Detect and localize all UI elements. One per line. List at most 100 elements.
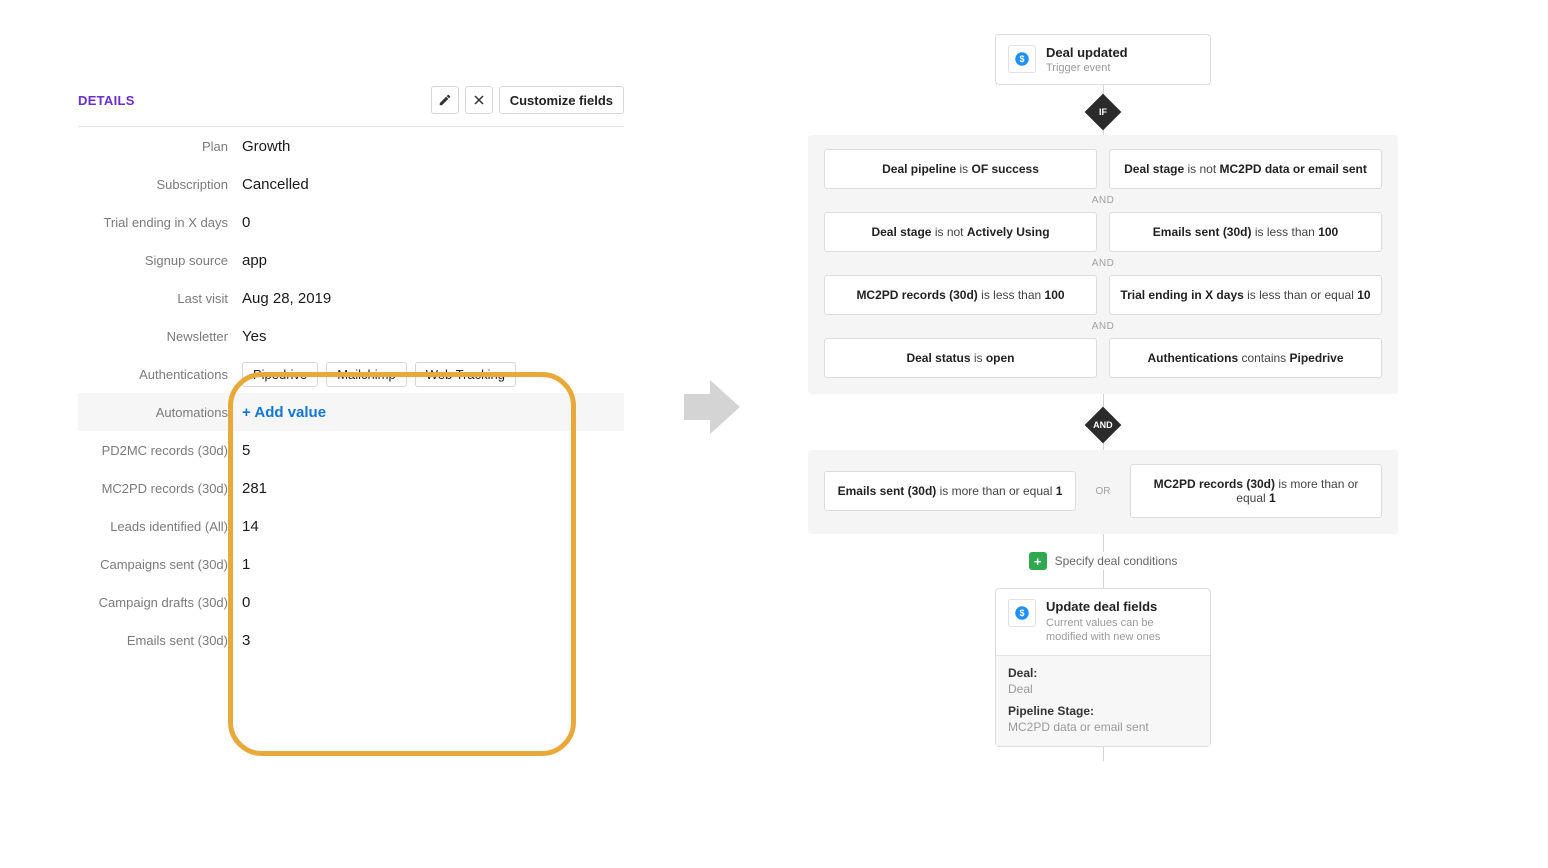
condition-row: Deal stage is not Actively Using Emails …	[824, 212, 1382, 252]
condition-group-2: Emails sent (30d) is more than or equal …	[808, 450, 1398, 534]
field-value[interactable]: Yes	[242, 328, 266, 345]
field-newsletter: Newsletter Yes	[78, 317, 624, 355]
action-subtitle: Current values can be modified with new …	[1046, 616, 1198, 645]
field-value[interactable]: 1	[242, 556, 250, 573]
close-icon	[473, 94, 485, 106]
action-stage-label: Pipeline Stage:	[1008, 704, 1198, 718]
condition-group-1: Deal pipeline is OF success Deal stage i…	[808, 135, 1398, 394]
condition-card[interactable]: Deal stage is not Actively Using	[824, 212, 1097, 252]
field-plan: Plan Growth	[78, 127, 624, 165]
action-card[interactable]: $ Update deal fields Current values can …	[995, 588, 1211, 747]
field-automations[interactable]: Automations + Add value	[78, 393, 624, 431]
auth-tag[interactable]: Pipedrive	[242, 362, 318, 387]
connector-line	[1103, 570, 1104, 588]
field-label: Leads identified (All)	[78, 519, 242, 534]
condition-card[interactable]: Authentications contains Pipedrive	[1109, 338, 1382, 378]
or-label: OR	[1088, 486, 1118, 497]
condition-row: MC2PD records (30d) is less than 100 Tri…	[824, 275, 1382, 315]
specify-conditions[interactable]: + Specify deal conditions	[1029, 552, 1178, 570]
field-value[interactable]: 0	[242, 594, 250, 611]
and-label: AND	[824, 195, 1382, 206]
and-label: AND	[824, 258, 1382, 269]
field-label: Plan	[78, 139, 242, 154]
field-campaigns-sent: Campaigns sent (30d) 1	[78, 545, 624, 583]
condition-row: Emails sent (30d) is more than or equal …	[824, 464, 1382, 518]
field-value[interactable]: Cancelled	[242, 176, 309, 193]
svg-text:$: $	[1019, 608, 1024, 618]
condition-row: Deal status is open Authentications cont…	[824, 338, 1382, 378]
details-title: DETAILS	[78, 93, 135, 108]
field-pd2mc: PD2MC records (30d) 5	[78, 431, 624, 469]
field-label: Signup source	[78, 253, 242, 268]
field-label: Subscription	[78, 177, 242, 192]
trigger-card[interactable]: $ Deal updated Trigger event	[995, 34, 1211, 85]
connector-line	[1103, 534, 1104, 552]
field-value[interactable]: Growth	[242, 138, 290, 155]
if-label: IF	[1099, 107, 1107, 117]
condition-card[interactable]: Deal stage is not MC2PD data or email se…	[1109, 149, 1382, 189]
field-value[interactable]: 3	[242, 632, 250, 649]
field-value[interactable]: 0	[242, 214, 250, 231]
action-deal-label: Deal:	[1008, 666, 1198, 680]
field-label: Authentications	[78, 367, 242, 382]
field-value[interactable]: app	[242, 252, 267, 269]
field-label: Newsletter	[78, 329, 242, 344]
field-signup-source: Signup source app	[78, 241, 624, 279]
action-deal-value: Deal	[1008, 682, 1198, 696]
field-value[interactable]: Aug 28, 2019	[242, 290, 331, 307]
condition-card[interactable]: Emails sent (30d) is less than 100	[1109, 212, 1382, 252]
field-label: Last visit	[78, 291, 242, 306]
condition-card[interactable]: Emails sent (30d) is more than or equal …	[824, 471, 1076, 511]
field-label: Trial ending in X days	[78, 215, 242, 230]
condition-card[interactable]: MC2PD records (30d) is more than or equa…	[1130, 464, 1382, 518]
connector-line	[1103, 747, 1104, 761]
deal-icon: $	[1008, 45, 1036, 73]
svg-text:$: $	[1019, 54, 1024, 64]
close-button[interactable]	[465, 86, 493, 114]
add-value-link[interactable]: + Add value	[242, 404, 326, 421]
arrow-right-icon	[684, 380, 744, 434]
if-diamond: IF	[1085, 94, 1122, 131]
action-stage-value: MC2PD data or email sent	[1008, 720, 1198, 734]
field-value[interactable]: 14	[242, 518, 259, 535]
details-header: DETAILS Customize fields	[78, 86, 624, 127]
field-label: Campaigns sent (30d)	[78, 557, 242, 572]
field-trial: Trial ending in X days 0	[78, 203, 624, 241]
automation-flow: $ Deal updated Trigger event IF Deal pip…	[808, 34, 1398, 761]
action-body: Deal: Deal Pipeline Stage: MC2PD data or…	[996, 655, 1210, 746]
trigger-text: Deal updated Trigger event	[1046, 45, 1128, 74]
details-actions: Customize fields	[431, 86, 624, 114]
auth-tag[interactable]: Mailchimp	[326, 362, 407, 387]
edit-button[interactable]	[431, 86, 459, 114]
customize-fields-button[interactable]: Customize fields	[499, 86, 624, 114]
field-campaign-drafts: Campaign drafts (30d) 0	[78, 583, 624, 621]
condition-card[interactable]: Deal pipeline is OF success	[824, 149, 1097, 189]
field-subscription: Subscription Cancelled	[78, 165, 624, 203]
action-title: Update deal fields	[1046, 599, 1198, 614]
field-label: MC2PD records (30d)	[78, 481, 242, 496]
condition-card[interactable]: Deal status is open	[824, 338, 1097, 378]
field-value[interactable]: 5	[242, 442, 250, 459]
specify-label: Specify deal conditions	[1055, 554, 1178, 568]
auth-tag[interactable]: Web Tracking	[415, 362, 516, 387]
and-label: AND	[1093, 420, 1113, 430]
field-label: PD2MC records (30d)	[78, 443, 242, 458]
plus-icon[interactable]: +	[1029, 552, 1047, 570]
trigger-title: Deal updated	[1046, 45, 1128, 60]
field-label: Emails sent (30d)	[78, 633, 242, 648]
trigger-subtitle: Trigger event	[1046, 62, 1128, 74]
field-authentications: Authentications Pipedrive Mailchimp Web …	[78, 355, 624, 393]
condition-row: Deal pipeline is OF success Deal stage i…	[824, 149, 1382, 189]
field-label: Campaign drafts (30d)	[78, 595, 242, 610]
condition-card[interactable]: Trial ending in X days is less than or e…	[1109, 275, 1382, 315]
field-emails-sent: Emails sent (30d) 3	[78, 621, 624, 659]
field-value[interactable]: 281	[242, 480, 267, 497]
condition-card[interactable]: MC2PD records (30d) is less than 100	[824, 275, 1097, 315]
details-panel: DETAILS Customize fields Plan Growth Sub…	[78, 86, 624, 659]
auth-tags: Pipedrive Mailchimp Web Tracking	[242, 362, 516, 387]
field-leads: Leads identified (All) 14	[78, 507, 624, 545]
field-label: Automations	[78, 405, 242, 420]
pencil-icon	[438, 93, 452, 107]
and-label: AND	[824, 321, 1382, 332]
deal-icon: $	[1008, 599, 1036, 627]
